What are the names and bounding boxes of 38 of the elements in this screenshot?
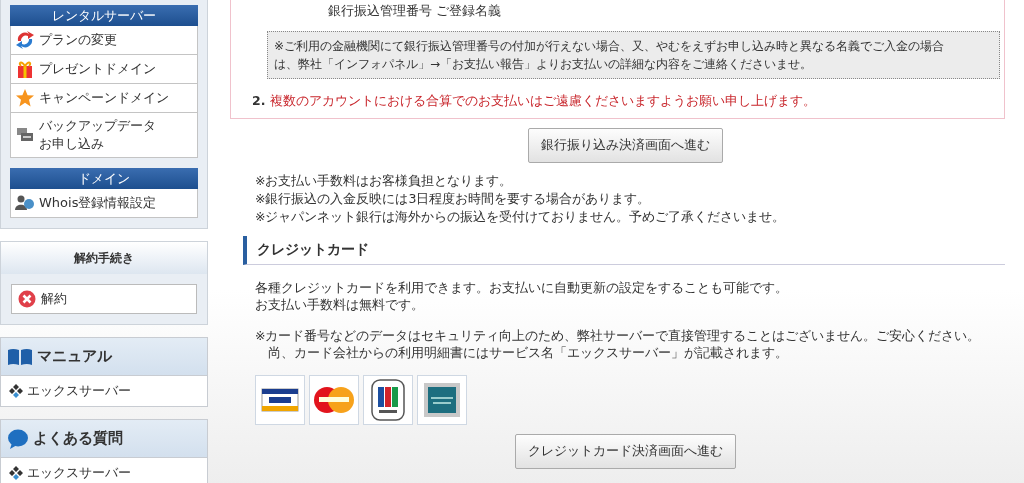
section-header: 解約手続き <box>1 242 207 274</box>
diamonds-icon <box>9 466 23 480</box>
section-heading: クレジットカード <box>243 236 1005 265</box>
section-header: よくある質問 <box>1 420 207 458</box>
sidebar-item[interactable]: エックスサーバー <box>1 376 207 406</box>
note-text: ※お支払い手数料はお客様負担となります。 <box>255 172 514 190</box>
sidebar-item[interactable]: エックスサーバー <box>1 458 207 483</box>
section-header: マニュアル <box>1 338 207 376</box>
note-text: ※ジャパンネット銀行は海外からの振込を受付けておりません。予めご了承くださいませ。 <box>255 208 787 226</box>
diamonds-icon <box>9 384 23 398</box>
list-number: 2. <box>252 93 266 110</box>
warning-text: 複数のアカウントにおける合算でのお支払いはご遠慮くださいますようお願い申し上げます。 <box>270 93 817 110</box>
section-header: ドメイン <box>10 168 198 189</box>
note-text: ※銀行振込の入金反映には3日程度お時間を要する場合があります。 <box>255 190 652 208</box>
credit-card-button[interactable]: クレジットカード決済画面へ進む <box>514 434 736 469</box>
note-text: ※ご利用の金融機関にて銀行振込管理番号の付加が行えない場合、又、やむをえずお申し込み時と異なる名義でご入金の場合 は、弊社「インフォパネル」→「お支払い報告」よりお支払いの詳細な内容をご連絡くださいませ。 <box>267 31 1000 79</box>
book-icon <box>7 347 33 366</box>
overlapping-circles-icon <box>313 385 355 415</box>
circular-arrows-icon <box>15 30 35 50</box>
bank-transfer-button[interactable]: 銀行振り込み決済画面へ進む <box>527 128 723 163</box>
sidebar-item[interactable]: プランの変更 <box>10 26 198 55</box>
card-logo-icon <box>261 387 299 413</box>
sidebar-item[interactable]: Whois登録情報設定 <box>10 189 198 218</box>
square-card-icon <box>423 382 461 418</box>
section-header: レンタルサーバー <box>10 5 198 26</box>
sidebar-item[interactable]: プレゼントドメイン <box>10 55 198 84</box>
close-circle-icon <box>18 290 36 308</box>
sidebar-item[interactable]: バックアップデータお申し込み <box>10 113 198 158</box>
speech-bubble-icon <box>7 427 29 450</box>
gift-icon <box>15 59 35 79</box>
paragraph: ※カード番号などのデータはセキュリティ向上のため、弊社サーバーで直接管理することはございません。ご安心ください。 尚、カード会社からの利用明細書にはサービス名「エックスサーバー」が記載されます。 <box>255 327 982 361</box>
striped-card-icon <box>371 379 405 421</box>
sidebar-item[interactable]: 解約 <box>11 284 197 314</box>
sidebar-item[interactable]: キャンペーンドメイン <box>10 84 198 113</box>
users-icon <box>15 193 35 213</box>
paragraph: 各種クレジットカードを利用できます。お支払いに自動更新の設定をすることも可能です。 お支払い手数料は無料です。 <box>255 279 789 313</box>
star-icon <box>15 88 35 108</box>
account-label: 銀行振込管理番号 ご登録名義 <box>327 3 502 19</box>
